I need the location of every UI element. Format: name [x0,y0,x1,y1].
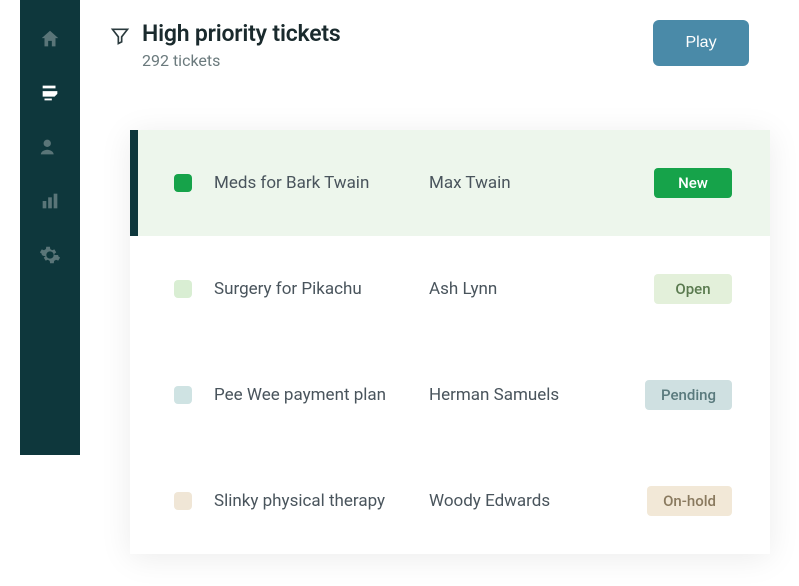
ticket-row[interactable]: Surgery for PikachuAsh Lynn Open [130,236,770,342]
filter-icon [110,24,130,52]
sidebar-item-home[interactable] [37,28,63,54]
ticket-row[interactable]: Slinky physical therapyWoody Edwards On-h… [130,448,770,554]
sidebar-item-customers[interactable] [37,136,63,162]
status-square [174,280,192,298]
ticket-row[interactable]: Meds for Bark TwainMax Twain New [130,130,770,236]
customers-icon [39,136,61,162]
ticket-requester: Max Twain [429,173,609,193]
ticket-row[interactable]: Pee Wee payment planHerman Samuels Pendin… [130,342,770,448]
status-square [174,174,192,192]
ticket-count: 292 tickets [142,51,341,70]
status-square [174,386,192,404]
view-title: High priority tickets [142,20,341,47]
status-square [174,492,192,510]
play-button[interactable]: Play [653,20,749,66]
home-icon [39,28,61,54]
ticket-subject: Slinky physical therapy [214,491,429,511]
sidebar-item-reports[interactable] [37,190,63,216]
ticket-list: Meds for Bark TwainMax Twain New Surgery f… [130,130,770,554]
ticket-requester: Woody Edwards [429,491,609,511]
sidebar-item-tickets[interactable] [37,82,63,108]
ticket-subject: Meds for Bark Twain [214,173,429,193]
status-badge: Open [654,274,732,304]
sidebar-item-settings[interactable] [37,244,63,270]
status-badge: New [654,168,732,198]
bar-chart-icon [39,190,61,216]
tickets-icon [39,82,61,108]
gear-icon [39,244,61,270]
ticket-subject: Pee Wee payment plan [214,385,429,405]
ticket-requester: Herman Samuels [429,385,609,405]
sidebar [20,0,80,455]
ticket-requester: Ash Lynn [429,279,609,299]
status-badge: Pending [645,380,732,410]
status-badge: On-hold [647,486,732,516]
ticket-subject: Surgery for Pikachu [214,279,429,299]
view-header: High priority tickets 292 tickets [110,20,610,70]
